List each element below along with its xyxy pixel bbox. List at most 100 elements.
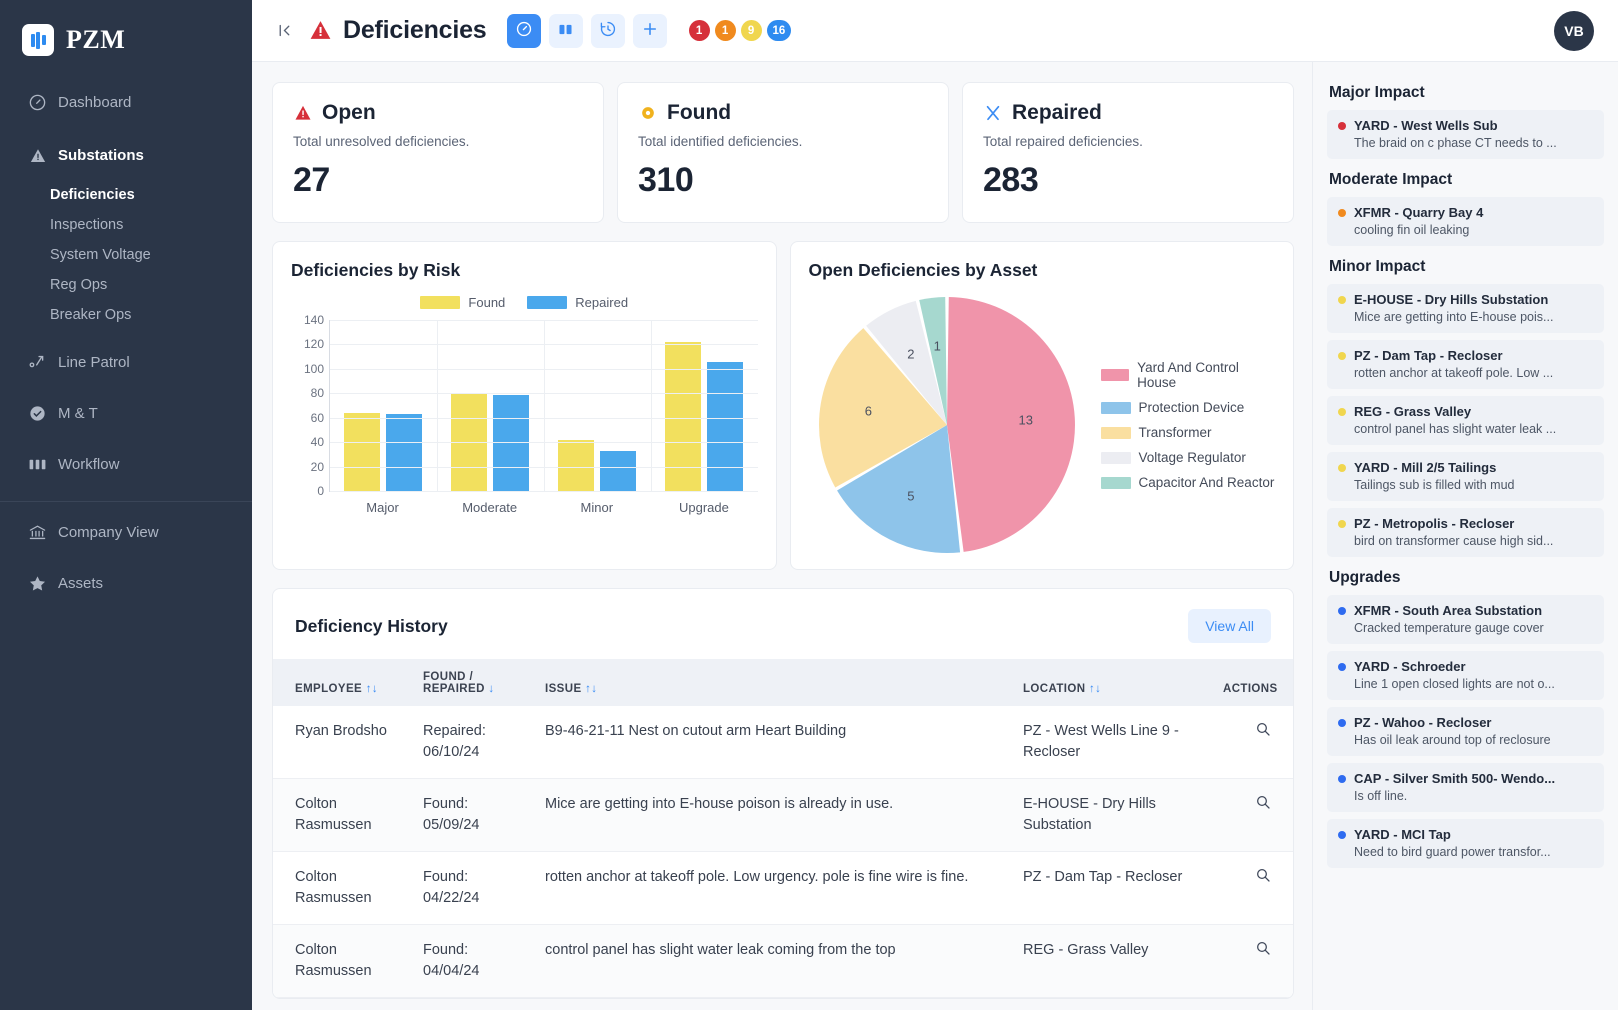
severity-dot-icon: [1338, 407, 1346, 416]
table-row[interactable]: Colton Rasmussen Found: 04/22/24 rotten an…: [273, 851, 1293, 926]
cell-found-repaired: Repaired: 06/10/24: [413, 706, 535, 780]
x-axis-label: Minor: [580, 500, 614, 515]
bar-chart-logo-icon: [22, 24, 54, 56]
magnifier-icon[interactable]: [1255, 796, 1271, 814]
bar[interactable]: [344, 412, 381, 491]
sidebar-item-dashboard[interactable]: Dashboard: [0, 84, 252, 121]
bar-chart-legend: Found Repaired: [291, 295, 758, 310]
sort-arrows[interactable]: ↓: [488, 683, 494, 695]
legend-item[interactable]: Protection Device: [1100, 400, 1276, 415]
bar[interactable]: [665, 342, 702, 491]
rail-group-title: Major Impact: [1329, 84, 1425, 101]
magnifier-icon[interactable]: [1255, 723, 1271, 741]
rail-item[interactable]: REG - Grass Valley control panel has slig…: [1327, 396, 1604, 445]
chart-row: Deficiencies by Risk Found Repaired 140 …: [272, 241, 1294, 570]
bar[interactable]: [386, 414, 423, 491]
status-badge[interactable]: 1: [714, 20, 736, 41]
legend-item[interactable]: Transformer: [1100, 425, 1276, 440]
magnifier-icon[interactable]: [1255, 942, 1271, 960]
pie-slice[interactable]: [946, 297, 1075, 552]
brand[interactable]: PZM: [0, 0, 252, 62]
rail-item[interactable]: PZ - Dam Tap - Recloser rotten anchor at …: [1327, 340, 1604, 389]
status-badges: 1 1 9 16: [688, 20, 792, 41]
tool-add-button[interactable]: [632, 13, 667, 48]
rail-item[interactable]: YARD - Mill 2/5 Tailings Tailings sub is …: [1327, 452, 1604, 501]
sort-arrows[interactable]: ↑↓: [585, 683, 597, 695]
sidebar-item-system-voltage[interactable]: System Voltage: [0, 240, 252, 270]
legend-item-repaired[interactable]: Repaired: [527, 295, 628, 310]
rail-item-label: REG - Grass Valley: [1354, 404, 1472, 419]
bar[interactable]: [558, 439, 595, 491]
magnifier-icon[interactable]: [1255, 869, 1271, 887]
history-clock-icon: [599, 20, 617, 41]
legend-item[interactable]: Capacitor And Reactor: [1100, 475, 1276, 490]
bar[interactable]: [707, 361, 744, 491]
severity-dot-icon: [1338, 830, 1346, 839]
status-badge[interactable]: 16: [766, 20, 792, 41]
status-badge[interactable]: 1: [688, 20, 710, 41]
severity-dot-icon: [1338, 662, 1346, 671]
column-header-location[interactable]: LOCATION ↑↓: [1013, 659, 1213, 706]
pie-chart: 13 5 6 2 1 Yard And Control House Protection …: [809, 295, 1276, 555]
rail-group: Moderate Impact XFMR - Quarry Bay 4 coolin…: [1327, 171, 1604, 246]
stat-value: 310: [638, 161, 694, 199]
rail-group: Minor Impact E-HOUSE - Dry Hills Substati…: [1327, 258, 1604, 557]
rail-item[interactable]: YARD - MCI Tap Need to bird guard power t…: [1327, 819, 1604, 868]
sidebar-item-line-patrol[interactable]: Line Patrol: [0, 344, 252, 381]
tool-history-button[interactable]: [590, 13, 625, 48]
cell-issue: control panel has slight water leak comi…: [535, 924, 1013, 999]
rail-item[interactable]: YARD - West Wells Sub The braid on c phas…: [1327, 110, 1604, 159]
rail-item[interactable]: PZ - Wahoo - Recloser Has oil leak around…: [1327, 707, 1604, 756]
pie-chart-legend: Yard And Control House Protection Device T…: [1100, 360, 1276, 490]
gridline: [330, 320, 758, 321]
rail-item[interactable]: YARD - Schroeder Line 1 open closed light…: [1327, 651, 1604, 700]
y-axis-tick: 80: [310, 386, 324, 401]
rail-item[interactable]: PZ - Metropolis - Recloser bird on transf…: [1327, 508, 1604, 557]
sort-arrows[interactable]: ↑↓: [366, 683, 378, 695]
legend-item[interactable]: Yard And Control House: [1100, 360, 1276, 390]
rail-item-title: YARD - Schroeder: [1338, 659, 1593, 674]
sidebar-item-breaker-ops[interactable]: Breaker Ops: [0, 300, 252, 330]
sidebar: PZM Dashboard Substations Deficiencies I…: [0, 0, 252, 1010]
table-row[interactable]: Colton Rasmussen Found: 04/04/24 control p…: [273, 924, 1293, 999]
bar[interactable]: [600, 450, 637, 491]
sidebar-item-deficiencies[interactable]: Deficiencies: [0, 180, 252, 210]
cell-location: REG - Grass Valley: [1013, 924, 1213, 999]
table-row[interactable]: Colton Rasmussen Found: 05/09/24 Mice are …: [273, 778, 1293, 853]
rail-group-title: Upgrades: [1329, 569, 1401, 586]
rail-item[interactable]: XFMR - South Area Substation Cracked temp…: [1327, 595, 1604, 644]
legend-item-found[interactable]: Found: [420, 295, 505, 310]
cell-employee: Colton Rasmussen: [273, 924, 413, 999]
column-header-employee[interactable]: EMPLOYEE ↑↓: [273, 659, 413, 706]
avatar[interactable]: VB: [1554, 10, 1594, 51]
sidebar-item-label: Workflow: [58, 456, 120, 473]
sort-arrows[interactable]: ↑↓: [1089, 683, 1101, 695]
legend-item[interactable]: Voltage Regulator: [1100, 450, 1276, 465]
view-all-button[interactable]: View All: [1188, 609, 1271, 643]
tool-gauge-button[interactable]: [506, 13, 541, 48]
tool-columns-button[interactable]: [548, 13, 583, 48]
sidebar-item-reg-ops[interactable]: Reg Ops: [0, 270, 252, 300]
status-badge[interactable]: 9: [740, 20, 762, 41]
column-header-found-repaired[interactable]: FOUND / REPAIRED ↓: [413, 659, 535, 706]
deficiency-history-table: EMPLOYEE ↑↓ FOUND /REPAIRED ↓ ISSUE ↑↓: [273, 659, 1293, 999]
sidebar-item-m-and-t[interactable]: M & T: [0, 395, 252, 432]
severity-dot-icon: [1338, 208, 1346, 217]
collapse-panel-icon[interactable]: [272, 22, 296, 39]
sidebar-item-company-view[interactable]: Company View: [0, 514, 252, 551]
sidebar-item-substations[interactable]: Substations: [0, 137, 252, 174]
cell-location: PZ - Dam Tap - Recloser: [1013, 851, 1213, 926]
rail-item[interactable]: CAP - Silver Smith 500- Wendo... Is off l…: [1327, 763, 1604, 812]
sidebar-item-workflow[interactable]: Workflow: [0, 446, 252, 483]
column-header-issue[interactable]: ISSUE ↑↓: [535, 659, 1013, 706]
rail-item[interactable]: XFMR - Quarry Bay 4 cooling fin oil leaki…: [1327, 197, 1604, 246]
cell-issue: rotten anchor at takeoff pole. Low urgen…: [535, 851, 1013, 926]
cell-employee: Colton Rasmussen: [273, 851, 413, 926]
sidebar-item-inspections[interactable]: Inspections: [0, 210, 252, 240]
sidebar-item-assets[interactable]: Assets: [0, 565, 252, 602]
table-row[interactable]: Ryan Brodsho Repaired: 06/10/24 B9-46-21-1…: [273, 706, 1293, 780]
sidebar-divider: [0, 501, 252, 502]
rail-item[interactable]: E-HOUSE - Dry Hills Substation Mice are g…: [1327, 284, 1604, 333]
legend-swatch: [1100, 451, 1131, 464]
rail-item-description: Tailings sub is filled with mud: [1354, 478, 1515, 492]
